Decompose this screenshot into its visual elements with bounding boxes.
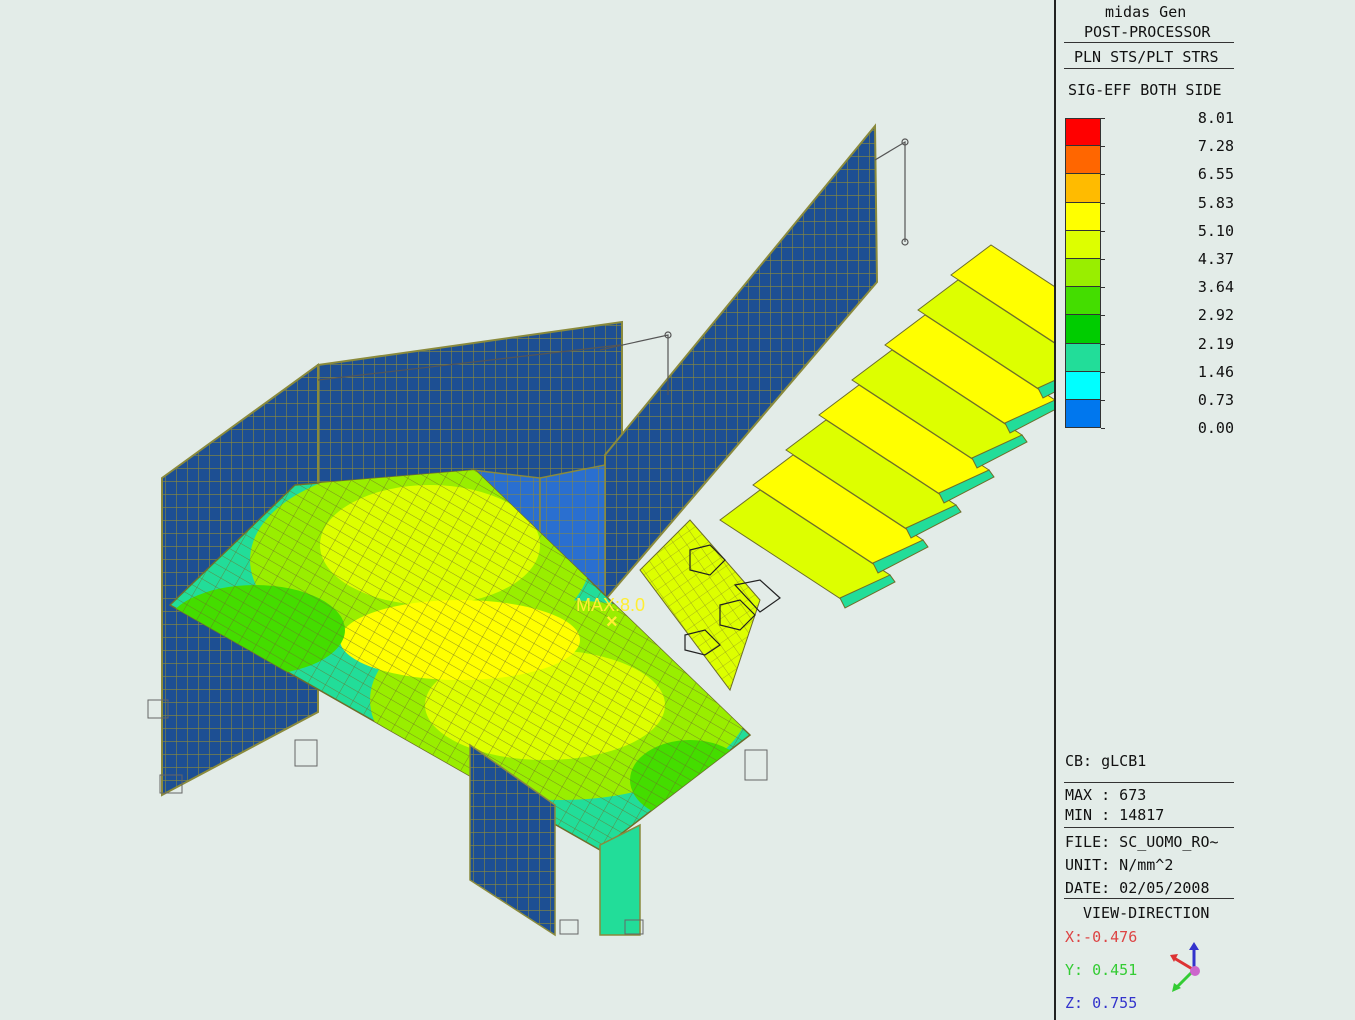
load-combination: CB: gLCB1 — [1065, 752, 1147, 770]
result-type: PLN STS/PLT STRS — [1074, 48, 1219, 66]
legend-swatch — [1065, 259, 1101, 288]
legend-value: 7.28 — [1197, 137, 1234, 156]
app-name: midas Gen — [1105, 3, 1187, 21]
legend-swatch — [1065, 287, 1101, 316]
legend-value: 2.92 — [1197, 306, 1234, 325]
column-b — [599, 823, 641, 936]
legend-value: 8.01 — [1197, 109, 1234, 127]
legend-value: 5.10 — [1197, 221, 1234, 240]
legend-tick — [1101, 428, 1105, 430]
legend-value: 0.73 — [1197, 391, 1234, 409]
legend-swatch — [1065, 371, 1101, 400]
legend-tick — [1101, 371, 1105, 373]
legend-tick — [1101, 287, 1105, 289]
file-name: FILE: SC_UOMO_RO~ — [1065, 833, 1219, 851]
view-direction-z: Z: 0.755 — [1065, 994, 1138, 1012]
legend-tick — [1101, 202, 1105, 204]
module-name: POST-PROCESSOR — [1084, 23, 1211, 41]
legend-tick — [1101, 259, 1105, 260]
legend-swatch — [1065, 343, 1101, 372]
legend-tick — [1101, 343, 1105, 345]
legend-value: 5.83 — [1197, 193, 1234, 212]
legend-swatch — [1065, 230, 1101, 259]
legend-tick — [1101, 174, 1105, 176]
axis-triad-icon — [1170, 942, 1200, 992]
legend-tick — [1101, 315, 1105, 317]
legend-tick — [1101, 146, 1105, 148]
view-direction-title: VIEW-DIRECTION — [1083, 904, 1210, 922]
legend-value: 3.64 — [1197, 278, 1234, 297]
legend-swatch — [1065, 174, 1101, 203]
view-direction-x: X:-0.476 — [1065, 928, 1138, 946]
legend-swatch — [1065, 146, 1101, 175]
legend-tick — [1101, 118, 1105, 119]
legend-value: 4.37 — [1197, 250, 1234, 268]
legend-swatch — [1065, 202, 1101, 231]
max-element: MAX : 673 — [1065, 786, 1147, 804]
legend-tick — [1101, 400, 1105, 401]
date: DATE: 02/05/2008 — [1065, 879, 1210, 897]
min-element: MIN : 14817 — [1065, 806, 1165, 824]
fem-model-render[interactable]: MAX:8.0 × — [0, 0, 1055, 1020]
legend-value: 6.55 — [1197, 165, 1234, 184]
legend-value: 1.46 — [1197, 362, 1234, 381]
legend-swatch — [1065, 118, 1101, 147]
legend-swatch — [1065, 315, 1101, 344]
view-direction-y: Y: 0.451 — [1065, 961, 1138, 979]
model-viewport[interactable]: MAX:8.0 × — [0, 0, 1055, 1020]
legend-value: 0.00 — [1197, 419, 1234, 438]
legend-value: 2.19 — [1197, 334, 1234, 353]
legend-swatch — [1065, 400, 1101, 429]
legend-tick — [1101, 230, 1105, 232]
max-marker-cross: × — [606, 611, 618, 633]
unit: UNIT: N/mm^2 — [1065, 856, 1174, 874]
result-component: SIG-EFF BOTH SIDE — [1068, 81, 1222, 99]
legend-panel: midas Gen POST-PROCESSOR PLN STS/PLT STR… — [1056, 0, 1355, 1020]
